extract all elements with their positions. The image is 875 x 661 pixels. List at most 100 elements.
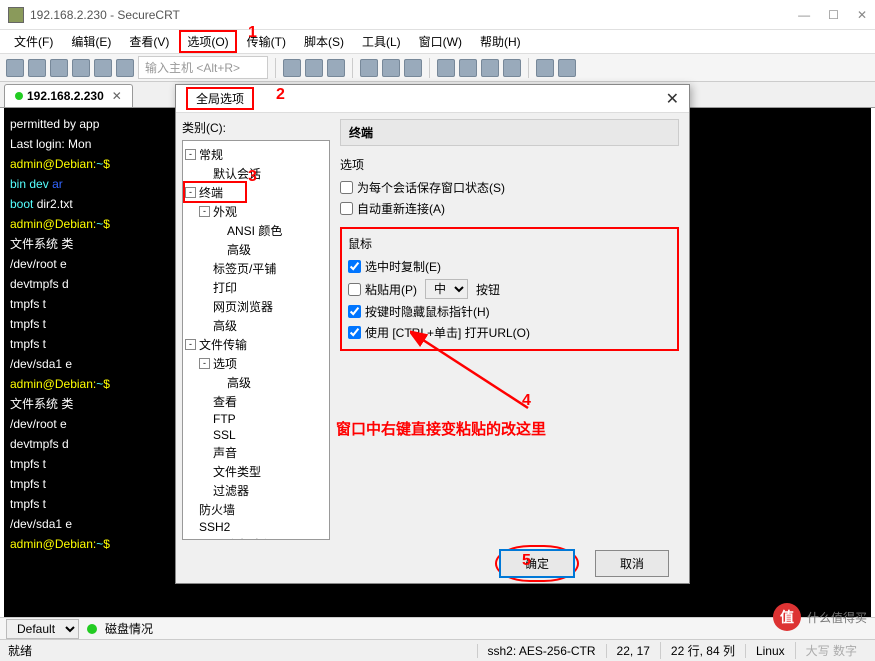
toolbar-icon[interactable] xyxy=(305,59,323,77)
tree-item[interactable]: 网页浏览器 xyxy=(185,297,327,316)
toolbar-icon[interactable] xyxy=(404,59,422,77)
tree-item[interactable]: 高级 xyxy=(185,373,327,392)
watermark: 值 什么值得买 xyxy=(773,603,867,631)
toolbar-icon[interactable] xyxy=(50,59,68,77)
tree-label: 文件传输 xyxy=(199,336,247,353)
checkbox[interactable] xyxy=(348,283,361,296)
profile-select[interactable]: Default xyxy=(6,619,79,639)
menubar: 文件(F)编辑(E)查看(V)选项(O)传输(T)脚本(S)工具(L)窗口(W)… xyxy=(0,30,875,54)
tab-close-icon[interactable]: ✕ xyxy=(112,89,122,103)
tree-label: SSL xyxy=(213,428,236,442)
global-options-dialog: 全局选项 ✕ 类别(C): -常规默认会话-终端-外观ANSI 颜色高级标签页/… xyxy=(175,84,690,584)
tree-toggle-icon[interactable]: - xyxy=(185,149,196,160)
checkbox-row[interactable]: 为每个会话保存窗口状态(S) xyxy=(340,177,679,198)
tree-toggle-icon[interactable]: - xyxy=(185,339,196,350)
checkbox-row[interactable]: 选中时复制(E) xyxy=(348,256,671,277)
menu-item[interactable]: 选项(O) xyxy=(179,30,236,53)
paste-button-select[interactable]: 中 xyxy=(425,279,468,299)
dialog-close-button[interactable]: ✕ xyxy=(666,89,679,109)
menu-item[interactable]: 传输(T) xyxy=(239,30,294,53)
checkbox-row[interactable]: 按键时隐藏鼠标指针(H) xyxy=(348,301,671,322)
tree-item[interactable]: 声音 xyxy=(185,443,327,462)
toolbar: 输入主机 <Alt+R> xyxy=(0,54,875,82)
tree-item[interactable]: -外观 xyxy=(185,202,327,221)
checkbox-row[interactable]: 使用 [CTRL+单击] 打开URL(O) xyxy=(348,322,671,343)
checkbox[interactable] xyxy=(348,305,361,318)
window-titlebar: 192.168.2.230 - SecureCRT — ☐ ✕ xyxy=(0,0,875,30)
menu-item[interactable]: 查看(V) xyxy=(121,30,177,53)
tree-item[interactable]: -选项 xyxy=(185,354,327,373)
tree-toggle-icon[interactable]: - xyxy=(199,358,210,369)
tree-item[interactable]: 标签页/平铺 xyxy=(185,259,327,278)
tree-item[interactable]: SSH 主机密钥 xyxy=(185,535,327,540)
tree-item[interactable]: -文件传输 xyxy=(185,335,327,354)
toolbar-icon[interactable] xyxy=(72,59,90,77)
annotation-note: 窗口中右键直接变粘贴的改这里 xyxy=(336,418,546,439)
tree-item[interactable]: 高级 xyxy=(185,240,327,259)
tree-item[interactable]: -常规 xyxy=(185,145,327,164)
checkbox-row[interactable]: 粘贴用(P)中按钮 xyxy=(348,277,671,301)
annotation-1: 1 xyxy=(248,24,257,42)
toolbar-icon[interactable] xyxy=(360,59,378,77)
tree-item[interactable]: 文件类型 xyxy=(185,462,327,481)
toolbar-icon[interactable] xyxy=(459,59,477,77)
host-input[interactable]: 输入主机 <Alt+R> xyxy=(138,56,268,79)
toolbar-icon[interactable] xyxy=(558,59,576,77)
toolbar-icon[interactable] xyxy=(283,59,301,77)
disk-status-label[interactable]: 磁盘情况 xyxy=(105,620,153,637)
tree-item[interactable]: FTP xyxy=(185,411,327,427)
checkbox[interactable] xyxy=(340,181,353,194)
session-tab[interactable]: 192.168.2.230 ✕ xyxy=(4,84,133,107)
toolbar-icon[interactable] xyxy=(382,59,400,77)
statusbar: 就绪 ssh2: AES-256-CTR 22, 17 22 行, 84 列 L… xyxy=(0,639,875,661)
checkbox-row[interactable]: 自动重新连接(A) xyxy=(340,198,679,219)
tree-item[interactable]: SSL xyxy=(185,427,327,443)
toolbar-icon[interactable] xyxy=(536,59,554,77)
tree-label: ANSI 颜色 xyxy=(227,222,282,239)
tree-label: 选项 xyxy=(213,355,237,372)
checkbox[interactable] xyxy=(340,202,353,215)
toolbar-icon[interactable] xyxy=(28,59,46,77)
tree-item[interactable]: 防火墙 xyxy=(185,500,327,519)
toolbar-icon[interactable] xyxy=(327,59,345,77)
toolbar-icon[interactable] xyxy=(437,59,455,77)
close-button[interactable]: ✕ xyxy=(857,8,867,22)
toolbar-icon[interactable] xyxy=(481,59,499,77)
ok-button[interactable]: 确定 xyxy=(499,549,575,578)
checkbox[interactable] xyxy=(348,326,361,339)
status-ssh: ssh2: AES-256-CTR xyxy=(477,644,606,658)
tree-toggle-icon[interactable]: - xyxy=(199,206,210,217)
mouse-group: 鼠标选中时复制(E)粘贴用(P)中按钮按键时隐藏鼠标指针(H)使用 [CTRL+… xyxy=(340,227,679,351)
menu-item[interactable]: 工具(L) xyxy=(354,30,409,53)
toolbar-icon[interactable] xyxy=(116,59,134,77)
status-dot-icon xyxy=(87,624,97,634)
toolbar-icon[interactable] xyxy=(6,59,24,77)
category-tree[interactable]: -常规默认会话-终端-外观ANSI 颜色高级标签页/平铺打印网页浏览器高级-文件… xyxy=(182,140,330,540)
tree-item[interactable]: 查看 xyxy=(185,392,327,411)
toolbar-icon[interactable] xyxy=(94,59,112,77)
menu-item[interactable]: 脚本(S) xyxy=(296,30,352,53)
status-pos: 22, 17 xyxy=(606,644,660,658)
tab-label: 192.168.2.230 xyxy=(27,89,104,103)
checkbox[interactable] xyxy=(348,260,361,273)
annotation-3: 3 xyxy=(248,168,257,186)
tree-label: 声音 xyxy=(213,444,237,461)
toolbar-icon[interactable] xyxy=(503,59,521,77)
maximize-button[interactable]: ☐ xyxy=(828,8,839,22)
tree-item[interactable]: ANSI 颜色 xyxy=(185,221,327,240)
tree-item[interactable]: SSH2 xyxy=(185,519,327,535)
status-dot-icon xyxy=(15,92,23,100)
menu-item[interactable]: 编辑(E) xyxy=(63,30,119,53)
cancel-button[interactable]: 取消 xyxy=(595,550,669,577)
tree-label: 文件类型 xyxy=(213,463,261,480)
tree-item[interactable]: 打印 xyxy=(185,278,327,297)
menu-item[interactable]: 文件(F) xyxy=(6,30,61,53)
menu-item[interactable]: 窗口(W) xyxy=(411,30,470,53)
tree-item[interactable]: 过滤器 xyxy=(185,481,327,500)
tree-label: FTP xyxy=(213,412,236,426)
minimize-button[interactable]: — xyxy=(798,8,810,22)
app-icon xyxy=(8,7,24,23)
tree-toggle-icon[interactable]: - xyxy=(185,187,196,198)
menu-item[interactable]: 帮助(H) xyxy=(472,30,529,53)
tree-item[interactable]: 高级 xyxy=(185,316,327,335)
